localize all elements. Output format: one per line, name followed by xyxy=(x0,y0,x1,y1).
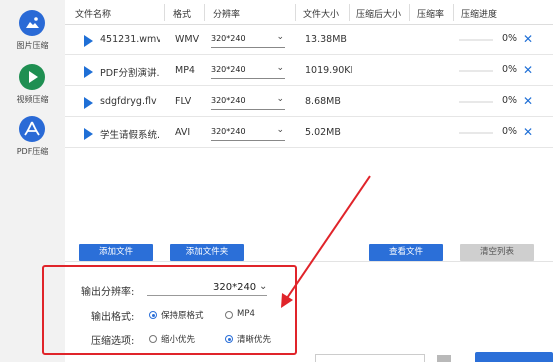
arrow-line xyxy=(286,175,371,299)
annotation-arrow xyxy=(281,175,371,308)
arrow-head xyxy=(281,293,293,308)
